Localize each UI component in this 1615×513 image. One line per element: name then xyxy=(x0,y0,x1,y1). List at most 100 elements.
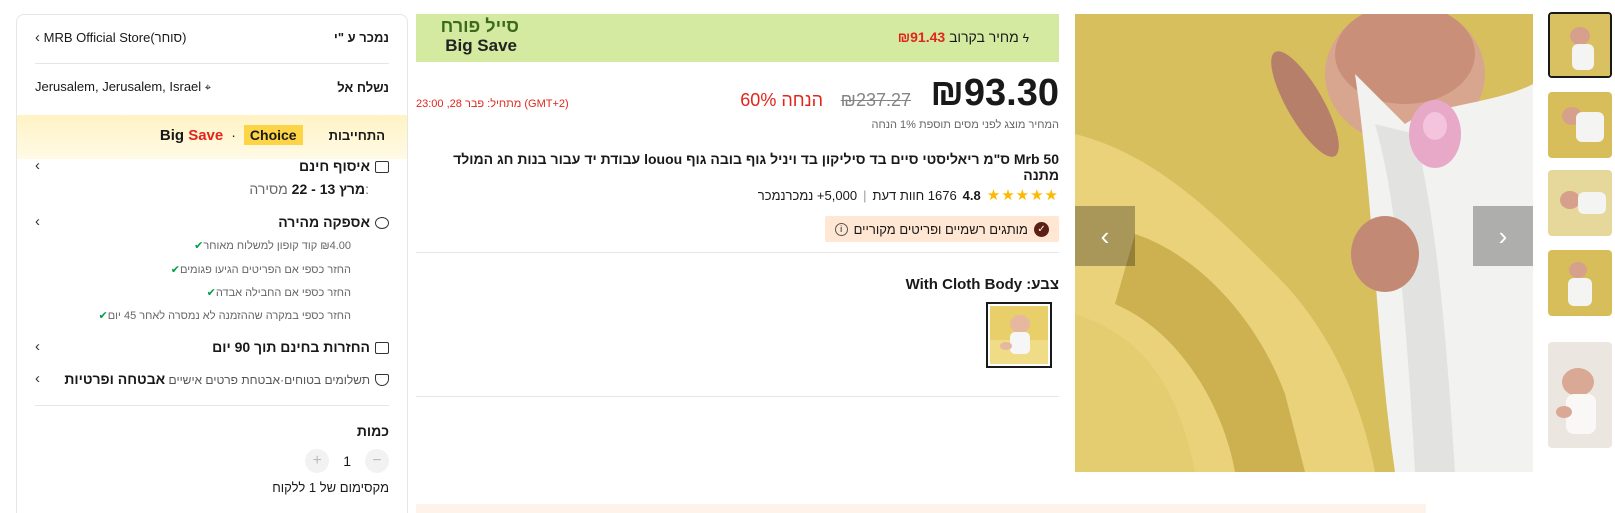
divider xyxy=(416,252,1059,253)
quantity-title-row: כמות xyxy=(35,423,389,439)
quantity-stepper: + 1 − xyxy=(35,449,389,473)
chevron-left-icon: ‹ xyxy=(35,370,40,387)
security-row[interactable]: ‹ תשלומים בטוחים·אבטחת פרטים אישיים אבטח… xyxy=(35,370,389,387)
price-row: ₪93.30 ₪237.27 60% הנחה מתחיל: פבר 28, 2… xyxy=(416,72,1059,120)
rating-row[interactable]: ★★★★★ 4.8 1676 חוות דעת | 5,000+ נמכרנמכ… xyxy=(758,186,1059,204)
chevron-left-icon: ‹ xyxy=(35,338,40,355)
prev-image-button[interactable]: ‹ xyxy=(1075,206,1135,266)
check-icon: ✔ xyxy=(98,310,108,322)
chevron-left-icon: ‹ xyxy=(1100,220,1110,251)
flash-price-label: מחיר בקרוב xyxy=(949,29,1019,45)
big-save-logo: Big Save xyxy=(159,126,224,144)
color-value: With Cloth Body xyxy=(905,276,1023,293)
product-title: Mrb 50 ס"מ ריאליסטי סיים בד סיליקון בד ו… xyxy=(453,151,1059,183)
store-suffix: (סוחר) xyxy=(150,30,187,45)
baby-doll-thumbnail-image xyxy=(1548,342,1612,448)
flash-price-value: ₪91.43 xyxy=(897,29,946,45)
check-icon: ✔ xyxy=(206,287,216,299)
divider xyxy=(416,396,1059,397)
box-icon xyxy=(375,216,389,229)
delivery-dates: מרץ 13 - 22 xyxy=(291,181,366,197)
info-icon[interactable]: i xyxy=(834,222,848,236)
thumbnail-3[interactable] xyxy=(1548,170,1612,236)
baby-doll-thumbnail-image xyxy=(1548,250,1612,316)
benefit-item: החזר כספי אם החבילה אבדה✔ xyxy=(206,287,351,299)
truck-icon xyxy=(375,160,389,173)
sale-subtitle: Big Save xyxy=(445,36,517,55)
increase-button[interactable]: + xyxy=(305,449,330,473)
review-count[interactable]: 1676 חוות דעת xyxy=(872,188,956,203)
thumbnail-1[interactable] xyxy=(1548,12,1612,78)
quantity-title: כמות xyxy=(356,423,389,439)
ship-to-location[interactable]: Jerusalem, Jerusalem, Israel ⌖ xyxy=(35,79,211,95)
chevron-left-icon: ‹ xyxy=(35,157,40,174)
thumbnail-4[interactable] xyxy=(1548,250,1612,316)
pickup-title: איסוף חינם xyxy=(299,157,370,174)
dot-separator: · xyxy=(231,127,236,143)
thumbnail-2[interactable] xyxy=(1548,92,1612,158)
discount-label: 60% הנחה xyxy=(740,90,823,110)
benefit-item: ₪4.00 קוד קופון למשלוח מאוחר✔ xyxy=(194,240,351,252)
color-option-thumbnail[interactable] xyxy=(986,302,1052,368)
choice-badge: Choice xyxy=(243,125,303,145)
tax-note: המחיר מוצג לפני מסים תוספת 1% הנחה xyxy=(871,119,1059,131)
baby-doll-thumbnail-image xyxy=(990,306,1048,364)
color-label: צבע: xyxy=(1026,276,1059,293)
main-product-image[interactable]: ‹ › xyxy=(1075,14,1533,472)
chevron-left-icon: ‹ xyxy=(35,29,40,46)
divider xyxy=(35,405,389,406)
returns-row[interactable]: ‹ החזרות בחינם תוך 90 יום xyxy=(35,338,389,355)
quantity-value[interactable]: 1 xyxy=(343,453,351,469)
baby-doll-thumbnail-image xyxy=(1550,14,1610,76)
chevron-left-icon: ‹ xyxy=(35,213,40,230)
returns-title: החזרות בחינם תוך 90 יום xyxy=(212,338,370,355)
verified-check-icon: ✓ xyxy=(1034,221,1049,237)
location-pin-icon: ⌖ xyxy=(204,82,211,94)
baby-doll-thumbnail-image xyxy=(1548,92,1612,158)
brand-badge-text: מותגים רשמיים ופריטים מקוריים xyxy=(853,221,1028,237)
sold-by-label: נמכר ע "י xyxy=(333,30,389,45)
separator: | xyxy=(863,187,867,203)
sale-banner: סייל פורח Big Save ₪91.43 מחיר בקרוב ϟ xyxy=(416,14,1059,62)
promo-band xyxy=(416,504,1426,513)
purchase-sidebar: ‹ MRB Official Store(סוחר) נמכר ע "י Jer… xyxy=(16,14,408,513)
benefit-item: החזר כספי במקרה שההזמנה לא נמסרה לאחר 45… xyxy=(98,310,352,322)
lightning-icon: ϟ xyxy=(1022,31,1029,45)
free-pickup-row[interactable]: ‹ איסוף חינם xyxy=(35,157,389,174)
shield-icon xyxy=(375,374,389,387)
ship-to-row[interactable]: Jerusalem, Jerusalem, Israel ⌖ נשלח אל xyxy=(35,79,389,95)
max-note-row: מקסימום של 1 ללקוח xyxy=(35,480,389,495)
check-icon: ✔ xyxy=(170,264,180,276)
ship-to-label: נשלח אל xyxy=(337,79,389,95)
security-sub: תשלומים בטוחים·אבטחת פרטים אישיים xyxy=(168,372,370,387)
decrease-button[interactable]: − xyxy=(365,449,389,473)
max-per-customer-note: מקסימום של 1 ללקוח xyxy=(272,480,389,495)
store-link[interactable]: ‹ MRB Official Store(סוחר) xyxy=(35,29,186,46)
fast-delivery-row[interactable]: ‹ אספקה מהירה xyxy=(35,213,389,230)
color-selector-label: צבע: With Cloth Body xyxy=(906,276,1059,293)
sold-by-row[interactable]: ‹ MRB Official Store(סוחר) נמכר ע "י xyxy=(35,29,389,46)
next-image-button[interactable]: › xyxy=(1473,206,1533,266)
official-brand-badge[interactable]: ✓ מותגים רשמיים ופריטים מקוריים i xyxy=(824,216,1059,242)
delivery-row: מרץ 13 - 22 מסירה: xyxy=(35,181,369,197)
store-name: MRB Official Store xyxy=(43,30,151,45)
sale-start-time: מתחיל: פבר 28, 23:00 (GMT+2) xyxy=(416,98,569,110)
commitments-label: התחייבות xyxy=(328,127,385,143)
sold-count: 5,000+ נמכרנמכר xyxy=(757,187,858,203)
choice-band: Big Save · Choice התחייבות xyxy=(17,115,407,159)
security-title: אבטחה ופרטיות xyxy=(64,370,166,387)
star-rating-icon: ★★★★★ xyxy=(986,187,1059,204)
sale-title: סייל פורח xyxy=(440,16,519,36)
thumbnail-5[interactable] xyxy=(1548,342,1612,448)
current-price: ₪93.30 xyxy=(930,72,1059,114)
flash-price: ₪91.43 מחיר בקרוב ϟ xyxy=(898,29,1029,45)
benefit-item: החזר כספי אם הפריטים הגיעו פגומים✔ xyxy=(170,264,351,276)
divider xyxy=(35,63,389,64)
original-price: ₪237.27 xyxy=(840,90,911,110)
check-icon: ✔ xyxy=(194,240,204,252)
baby-doll-main-image xyxy=(1075,14,1533,472)
rating-value: 4.8 xyxy=(962,187,981,203)
ship-to-value: Jerusalem, Jerusalem, Israel xyxy=(35,79,202,94)
baby-doll-thumbnail-image xyxy=(1548,170,1612,236)
fast-delivery-title: אספקה מהירה xyxy=(278,213,370,230)
